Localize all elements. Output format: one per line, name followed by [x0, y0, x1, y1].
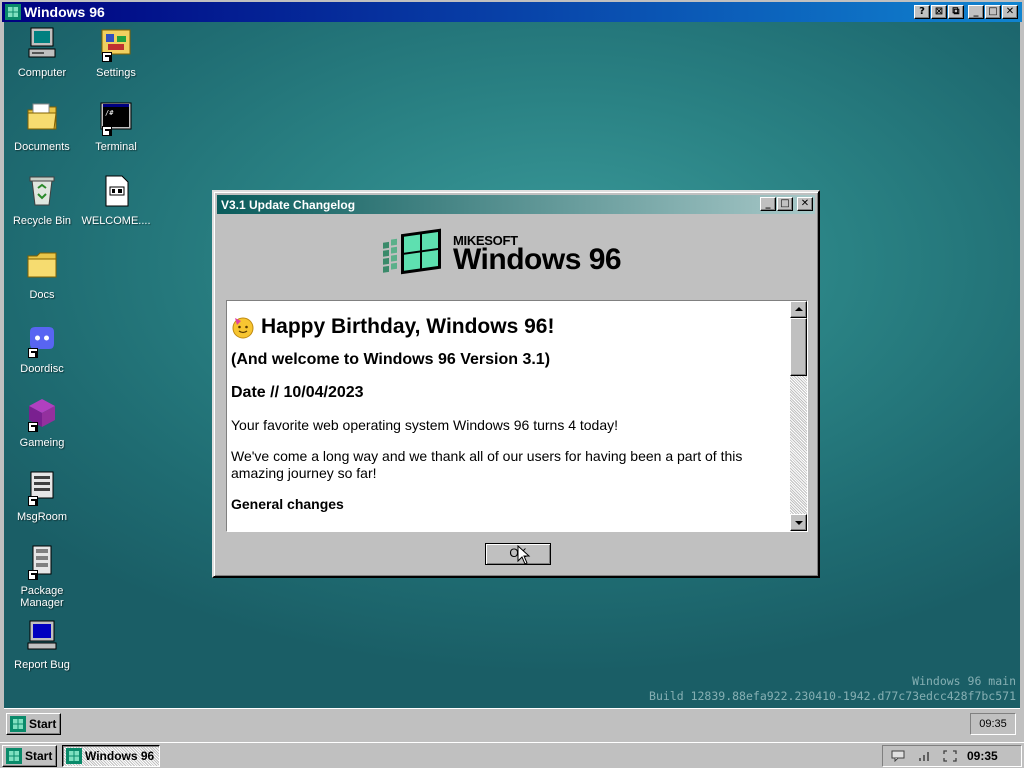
desktop[interactable]: Computer Settings Documents /# Terminal … [4, 22, 1020, 708]
computer-icon [28, 27, 56, 58]
windows-logo-icon [66, 748, 82, 764]
content-paragraph: We've come a long way and we thank all o… [231, 448, 743, 481]
host-title-buttons: ? ⊠ ⧉ _ □ ✕ [913, 5, 1018, 19]
desktop-icon-recycle-bin[interactable]: Recycle Bin [4, 174, 80, 227]
changelog-content[interactable]: Happy Birthday, Windows 96! (And welcome… [226, 300, 808, 532]
desktop-icon-doordisc[interactable]: Doordisc [4, 322, 80, 375]
windows-flag-icon [383, 228, 441, 275]
host-window: Windows 96 ? ⊠ ⧉ _ □ ✕ Computer Settings… [0, 0, 1024, 742]
desktop-icon-docs[interactable]: Docs [4, 248, 80, 301]
minimize-button[interactable]: _ [968, 5, 984, 19]
dialog-title-buttons: _ □ ✕ [759, 197, 813, 211]
shortcut-arrow-icon [28, 348, 38, 358]
close-button[interactable]: ✕ [1002, 5, 1018, 19]
system-tray: 09:35 [882, 745, 1022, 767]
folder-icon [27, 252, 57, 278]
dialog-title: V3.1 Update Changelog [221, 197, 356, 212]
desktop-icon-gameing[interactable]: Gameing [4, 396, 80, 449]
desktop-icon-computer[interactable]: Computer [4, 26, 80, 79]
party-face-icon [232, 317, 254, 339]
desktop-icon-settings[interactable]: Settings [78, 26, 154, 79]
content-heading: Happy Birthday, Windows 96! [231, 315, 785, 339]
guest-taskbar: Start 09:35 [4, 708, 1020, 738]
scroll-down-button[interactable] [790, 514, 807, 531]
shortcut-arrow-icon [28, 422, 38, 432]
changelog-dialog: V3.1 Update Changelog _ □ ✕ MIKESOFT Win… [212, 190, 820, 578]
shortcut-arrow-icon [28, 570, 38, 580]
guest-start-button[interactable]: Start [6, 713, 62, 735]
windows-logo-icon [6, 748, 22, 764]
dialog-minimize-button[interactable]: _ [760, 197, 776, 211]
desktop-icon-msgroom[interactable]: MsgRoom [4, 470, 80, 523]
signal-icon[interactable] [913, 747, 935, 765]
arrow-up-icon [795, 307, 803, 311]
desktop-icon-report-bug[interactable]: Report Bug [4, 618, 80, 671]
host-clock: 09:35 [967, 749, 998, 763]
restore-view-button[interactable]: ⧉ [948, 5, 964, 19]
task-windows-96[interactable]: Windows 96 [62, 745, 160, 767]
folder-documents-icon [27, 103, 57, 130]
chat-icon[interactable] [887, 747, 909, 765]
recycle-bin-icon [29, 176, 55, 206]
dialog-close-button[interactable]: ✕ [797, 197, 813, 211]
windows-logo-icon [10, 716, 26, 732]
shortcut-arrow-icon [102, 126, 112, 136]
scroll-thumb[interactable] [790, 318, 807, 376]
maximize-button[interactable]: □ [985, 5, 1001, 19]
content-subheading: (And welcome to Windows 96 Version 3.1) [231, 351, 551, 368]
host-taskbar: Start Windows 96 09:35 [0, 742, 1024, 768]
content-paragraph: Your favorite web operating system Windo… [231, 417, 619, 433]
dialog-maximize-button[interactable]: □ [777, 197, 793, 211]
dialog-titlebar[interactable]: V3.1 Update Changelog _ □ ✕ [217, 195, 815, 214]
content-scrollbar[interactable] [790, 301, 807, 531]
desktop-icon-welcome[interactable]: WELCOME.... [78, 174, 154, 227]
fullscreen-icon[interactable] [939, 747, 961, 765]
host-title: Windows 96 [24, 4, 105, 20]
host-start-button[interactable]: Start [2, 745, 58, 767]
desktop-icon-documents[interactable]: Documents [4, 100, 80, 153]
desktop-icon-package-manager[interactable]: Package Manager [4, 544, 80, 609]
scroll-up-button[interactable] [790, 301, 807, 318]
logo-product: Windows 96 [453, 243, 622, 276]
host-titlebar[interactable]: Windows 96 ? ⊠ ⧉ _ □ ✕ [2, 2, 1022, 22]
build-watermark: Windows 96 main Build 12839.88efa922.230… [649, 674, 1016, 703]
guest-clock: 09:35 [970, 713, 1016, 735]
arrow-down-icon [795, 521, 803, 525]
desktop-icon-terminal[interactable]: /# Terminal [78, 100, 154, 153]
mikesoft-logo: MIKESOFT Windows 96 [214, 222, 818, 284]
svg-text:/#: /# [105, 109, 114, 117]
document-icon [105, 175, 129, 207]
report-bug-icon [27, 620, 57, 650]
disconnect-button[interactable]: ⊠ [931, 5, 947, 19]
shortcut-arrow-icon [28, 496, 38, 506]
help-button[interactable]: ? [914, 5, 930, 19]
windows-logo-icon [5, 4, 21, 20]
shortcut-arrow-icon [102, 52, 112, 62]
content-date: Date // 10/04/2023 [231, 384, 364, 401]
content-section-title: General changes [231, 496, 344, 512]
mouse-cursor-icon [517, 545, 531, 565]
